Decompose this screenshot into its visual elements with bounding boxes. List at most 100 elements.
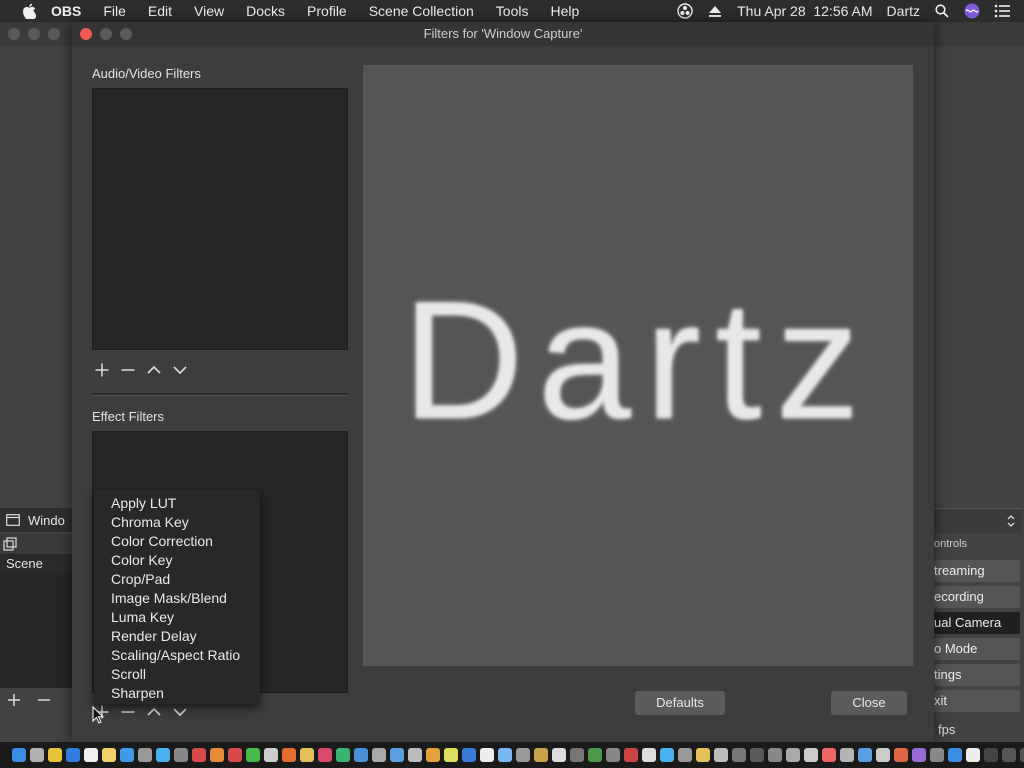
app-icon-33[interactable] bbox=[786, 748, 800, 762]
safari-icon[interactable] bbox=[66, 748, 80, 762]
remove-scene-icon[interactable] bbox=[36, 692, 52, 713]
utility-icon[interactable] bbox=[174, 748, 188, 762]
app-icon-12[interactable] bbox=[408, 748, 422, 762]
app-icon-32[interactable] bbox=[768, 748, 782, 762]
app-icon-43[interactable] bbox=[966, 748, 980, 762]
menu-docks[interactable]: Docks bbox=[235, 0, 296, 22]
move-down-icon[interactable] bbox=[172, 362, 188, 378]
app-icon-7[interactable] bbox=[318, 748, 332, 762]
menu-item-image-mask-blend[interactable]: Image Mask/Blend bbox=[94, 589, 260, 608]
app-icon-28[interactable] bbox=[696, 748, 710, 762]
app-icon-40[interactable] bbox=[912, 748, 926, 762]
app-icon-9[interactable] bbox=[354, 748, 368, 762]
app-icon-16[interactable] bbox=[480, 748, 494, 762]
menu-item-render-delay[interactable]: Render Delay bbox=[94, 627, 260, 646]
menu-item-color-key[interactable]: Color Key bbox=[94, 551, 260, 570]
app-store-icon[interactable] bbox=[120, 748, 134, 762]
exit-button[interactable]: xit bbox=[934, 690, 1020, 712]
defaults-button[interactable]: Defaults bbox=[635, 691, 725, 715]
menu-edit[interactable]: Edit bbox=[137, 0, 183, 22]
app-icon-8[interactable] bbox=[336, 748, 350, 762]
studio-mode-button[interactable]: o Mode bbox=[934, 638, 1020, 660]
obs-status-icon[interactable] bbox=[677, 3, 693, 19]
menu-item-chroma-key[interactable]: Chroma Key bbox=[94, 513, 260, 532]
menubar-datetime[interactable]: Thu Apr 28 12:56 AM bbox=[737, 3, 872, 19]
app-icon-39[interactable] bbox=[894, 748, 908, 762]
app-icon-30[interactable] bbox=[732, 748, 746, 762]
start-streaming-button[interactable]: treaming bbox=[934, 560, 1020, 582]
calendar-icon[interactable] bbox=[84, 748, 98, 762]
chrome-icon[interactable] bbox=[48, 748, 62, 762]
add-filter-icon[interactable] bbox=[94, 362, 110, 378]
app-icon-18[interactable] bbox=[516, 748, 530, 762]
spotlight-search-icon[interactable] bbox=[934, 3, 950, 19]
virtual-camera-button[interactable]: ual Camera bbox=[934, 612, 1020, 634]
app-icon-1[interactable] bbox=[210, 748, 224, 762]
app-icon-22[interactable] bbox=[588, 748, 602, 762]
eject-icon[interactable] bbox=[707, 3, 723, 19]
app-icon-27[interactable] bbox=[678, 748, 692, 762]
transition-select[interactable] bbox=[934, 508, 1022, 533]
app-icon-15[interactable] bbox=[462, 748, 476, 762]
menu-help[interactable]: Help bbox=[539, 0, 590, 22]
settings-button[interactable]: tings bbox=[934, 664, 1020, 686]
app-icon-3[interactable] bbox=[246, 748, 260, 762]
app-icon-36[interactable] bbox=[840, 748, 854, 762]
messages-icon[interactable] bbox=[156, 748, 170, 762]
siri-icon[interactable] bbox=[964, 3, 980, 19]
effect-move-up-icon[interactable] bbox=[146, 704, 162, 720]
app-icon-45[interactable] bbox=[1002, 748, 1016, 762]
app-icon-20[interactable] bbox=[552, 748, 566, 762]
remove-filter-icon[interactable] bbox=[120, 362, 136, 378]
menu-item-crop-pad[interactable]: Crop/Pad bbox=[94, 570, 260, 589]
app-icon-31[interactable] bbox=[750, 748, 764, 762]
launchpad-icon[interactable] bbox=[30, 748, 44, 762]
app-icon-34[interactable] bbox=[804, 748, 818, 762]
menu-app-name[interactable]: OBS bbox=[40, 0, 92, 22]
app-icon-24[interactable] bbox=[624, 748, 638, 762]
source-name-label[interactable]: Windo bbox=[28, 513, 65, 528]
app-icon-13[interactable] bbox=[426, 748, 440, 762]
app-icon-14[interactable] bbox=[444, 748, 458, 762]
main-zoom-button[interactable] bbox=[48, 28, 60, 40]
app-icon-21[interactable] bbox=[570, 748, 584, 762]
menu-item-sharpen[interactable]: Sharpen bbox=[94, 684, 260, 703]
menu-file[interactable]: File bbox=[92, 0, 137, 22]
move-up-icon[interactable] bbox=[146, 362, 162, 378]
menu-tools[interactable]: Tools bbox=[485, 0, 540, 22]
menubar-user[interactable]: Dartz bbox=[887, 3, 920, 19]
app-icon-17[interactable] bbox=[498, 748, 512, 762]
app-icon-26[interactable] bbox=[660, 748, 674, 762]
notes-icon[interactable] bbox=[102, 748, 116, 762]
notification-center-icon[interactable] bbox=[994, 3, 1010, 19]
preview-icon[interactable] bbox=[138, 748, 152, 762]
main-minimize-button[interactable] bbox=[28, 28, 40, 40]
app-icon-4[interactable] bbox=[264, 748, 278, 762]
menu-item-scroll[interactable]: Scroll bbox=[94, 665, 260, 684]
app-icon-5[interactable] bbox=[282, 748, 296, 762]
add-scene-icon[interactable] bbox=[6, 692, 22, 713]
menu-view[interactable]: View bbox=[183, 0, 235, 22]
app-icon-42[interactable] bbox=[948, 748, 962, 762]
app-icon-2[interactable] bbox=[228, 748, 242, 762]
finder-icon[interactable] bbox=[12, 748, 26, 762]
menu-item-scaling-aspect-ratio[interactable]: Scaling/Aspect Ratio bbox=[94, 646, 260, 665]
block-icon[interactable] bbox=[192, 748, 206, 762]
dialog-close-button[interactable] bbox=[80, 28, 92, 40]
app-icon-25[interactable] bbox=[642, 748, 656, 762]
menu-profile[interactable]: Profile bbox=[296, 0, 358, 22]
filters-divider[interactable] bbox=[92, 393, 348, 396]
app-icon-46[interactable] bbox=[1020, 748, 1024, 762]
remove-effect-filter-icon[interactable] bbox=[120, 704, 136, 720]
main-close-button[interactable] bbox=[8, 28, 20, 40]
menu-scene-collection[interactable]: Scene Collection bbox=[358, 0, 485, 22]
app-icon-44[interactable] bbox=[984, 748, 998, 762]
start-recording-button[interactable]: ecording bbox=[934, 586, 1020, 608]
menu-item-luma-key[interactable]: Luma Key bbox=[94, 608, 260, 627]
app-icon-23[interactable] bbox=[606, 748, 620, 762]
close-button[interactable]: Close bbox=[831, 691, 907, 715]
scene-list[interactable] bbox=[0, 574, 72, 688]
scene-list-item[interactable]: Scene bbox=[0, 554, 72, 574]
apple-icon[interactable] bbox=[18, 0, 40, 22]
app-icon-29[interactable] bbox=[714, 748, 728, 762]
